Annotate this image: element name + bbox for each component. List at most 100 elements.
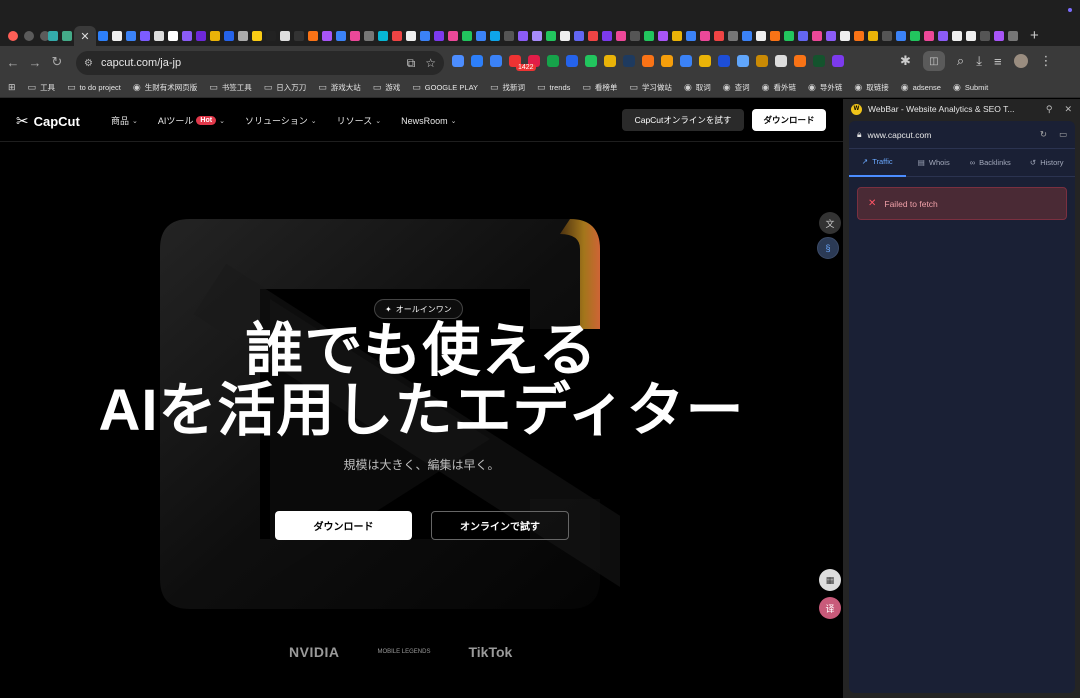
tab-favicon[interactable] — [700, 31, 710, 41]
tab-favicon[interactable] — [182, 31, 192, 41]
tab-favicon[interactable] — [420, 31, 430, 41]
extension-icon[interactable] — [661, 55, 673, 67]
close-window-button[interactable] — [8, 31, 18, 41]
tab-history[interactable]: ↺ History — [1019, 149, 1076, 177]
tab-favicon[interactable] — [616, 31, 626, 41]
capcut-logo[interactable]: ✂ CapCut — [16, 112, 80, 130]
tab-favicon[interactable] — [62, 31, 72, 41]
tab-favicon[interactable] — [224, 31, 234, 41]
tab-favicon[interactable] — [644, 31, 654, 41]
tab-favicon[interactable] — [868, 31, 878, 41]
reading-list-icon[interactable]: ≡ — [994, 54, 1002, 69]
header-download-button[interactable]: ダウンロード — [752, 109, 826, 131]
bookmark-star-icon[interactable]: ☆ — [425, 56, 436, 71]
reload-icon[interactable]: ↻ — [46, 54, 68, 70]
apps-grid-icon[interactable]: ⊞ — [8, 82, 16, 93]
tab-favicon[interactable] — [294, 31, 304, 41]
extension-icon[interactable] — [604, 55, 616, 67]
menu-solutions[interactable]: ソリューション ⌄ — [245, 114, 317, 127]
tab-favicon[interactable] — [196, 31, 206, 41]
more-menu-icon[interactable]: ⋮ — [1040, 53, 1053, 69]
tab-favicon[interactable] — [938, 31, 948, 41]
tab-favicon[interactable] — [924, 31, 934, 41]
tab-favicon[interactable] — [784, 31, 794, 41]
extension-icon[interactable] — [832, 55, 844, 67]
tab-favicon[interactable] — [140, 31, 150, 41]
tab-favicon[interactable] — [714, 31, 724, 41]
tab-favicon[interactable] — [448, 31, 458, 41]
tab-favicon[interactable] — [476, 31, 486, 41]
try-online-button[interactable]: CapCutオンラインを試す — [622, 109, 744, 131]
bookmark-folder[interactable]: ▭ trends — [537, 82, 570, 93]
tab-favicon[interactable] — [406, 31, 416, 41]
active-tab[interactable]: ✕ — [74, 26, 96, 46]
menu-products[interactable]: 商品 ⌄ — [111, 114, 138, 127]
tab-favicon[interactable] — [980, 31, 990, 41]
extensions-puzzle-icon[interactable]: ✱ — [900, 53, 911, 69]
tab-favicon[interactable] — [1008, 31, 1018, 41]
extension-icon[interactable] — [794, 55, 806, 67]
bookmark-folder[interactable]: ▭ 学习做站 — [629, 82, 672, 93]
tab-favicon[interactable] — [952, 31, 962, 41]
bookmark-folder[interactable]: ▭ 日入万刀 — [264, 82, 307, 93]
translate-icon[interactable]: 文 — [819, 212, 841, 234]
extension-icon[interactable] — [642, 55, 654, 67]
extension-icon[interactable] — [585, 55, 597, 67]
extension-icon[interactable] — [623, 55, 635, 67]
bookmark-link[interactable]: ◉ 导外链 — [808, 82, 842, 93]
bookmark-folder[interactable]: ▭ 游戏大站 — [318, 82, 361, 93]
tab-favicon[interactable] — [910, 31, 920, 41]
profile-avatar[interactable] — [1013, 54, 1028, 68]
tab-favicon[interactable] — [210, 31, 220, 41]
tab-favicon[interactable] — [574, 31, 584, 41]
bookmark-link[interactable]: ◉ 取词 — [684, 82, 711, 93]
tab-favicon[interactable] — [518, 31, 528, 41]
tab-favicon[interactable] — [882, 31, 892, 41]
refresh-icon[interactable]: ↻ — [1040, 129, 1047, 140]
menu-ai-tools[interactable]: AIツール Hot ⌄ — [158, 114, 225, 127]
extension-icon[interactable] — [699, 55, 711, 67]
extension-icon[interactable] — [471, 55, 483, 67]
tab-favicon[interactable] — [266, 31, 276, 41]
tab-favicon[interactable] — [546, 31, 556, 41]
extension-icon[interactable] — [490, 55, 502, 67]
tab-favicon[interactable] — [840, 31, 850, 41]
install-app-icon[interactable]: ⧉ — [407, 56, 416, 71]
tab-favicon[interactable] — [364, 31, 374, 41]
address-bar[interactable]: ⚙ capcut.com/ja-jp ⧉ ☆ — [76, 51, 444, 75]
bookmark-folder[interactable]: ▭ 游戏 — [373, 82, 401, 93]
bookmark-link[interactable]: ◉ 生财有术网页版 — [133, 82, 197, 93]
translate-float-icon[interactable]: 译 — [819, 597, 841, 619]
tab-favicon[interactable] — [350, 31, 360, 41]
tab-favicon[interactable] — [308, 31, 318, 41]
tab-favicon[interactable] — [48, 31, 58, 41]
tab-favicon[interactable] — [392, 31, 402, 41]
tab-favicon[interactable] — [322, 31, 332, 41]
bookmark-folder[interactable]: ▭ 看榜单 — [582, 82, 617, 93]
tab-favicon[interactable] — [560, 31, 570, 41]
extension-icon[interactable] — [680, 55, 692, 67]
tab-favicon[interactable] — [168, 31, 178, 41]
back-arrow-icon[interactable]: ← — [2, 55, 24, 70]
hero-download-button[interactable]: ダウンロード — [275, 511, 412, 540]
tab-favicon[interactable] — [434, 31, 444, 41]
menu-newsroom[interactable]: NewsRoom ⌄ — [401, 114, 456, 127]
extension-icon[interactable] — [718, 55, 730, 67]
qr-code-icon[interactable]: ▦ — [819, 569, 841, 591]
pin-icon[interactable]: ⚲ — [1046, 104, 1053, 115]
extension-icon[interactable] — [566, 55, 578, 67]
extension-icon[interactable] — [547, 55, 559, 67]
bookmark-link[interactable]: ◉ 查词 — [723, 82, 750, 93]
tab-traffic[interactable]: ↗ Traffic — [849, 149, 906, 177]
tab-favicon[interactable] — [742, 31, 752, 41]
side-panel-icon[interactable]: ◫ — [922, 51, 945, 71]
tab-favicon[interactable] — [602, 31, 612, 41]
tab-favicon[interactable] — [770, 31, 780, 41]
bookmark-link[interactable]: ◉ 看外链 — [762, 82, 796, 93]
extension-icon[interactable] — [737, 55, 749, 67]
url-text[interactable]: capcut.com/ja-jp — [101, 57, 181, 69]
tab-favicon[interactable] — [826, 31, 836, 41]
close-icon[interactable]: ✕ — [80, 30, 89, 43]
extension-icon[interactable] — [775, 55, 787, 67]
tab-favicon[interactable] — [896, 31, 906, 41]
